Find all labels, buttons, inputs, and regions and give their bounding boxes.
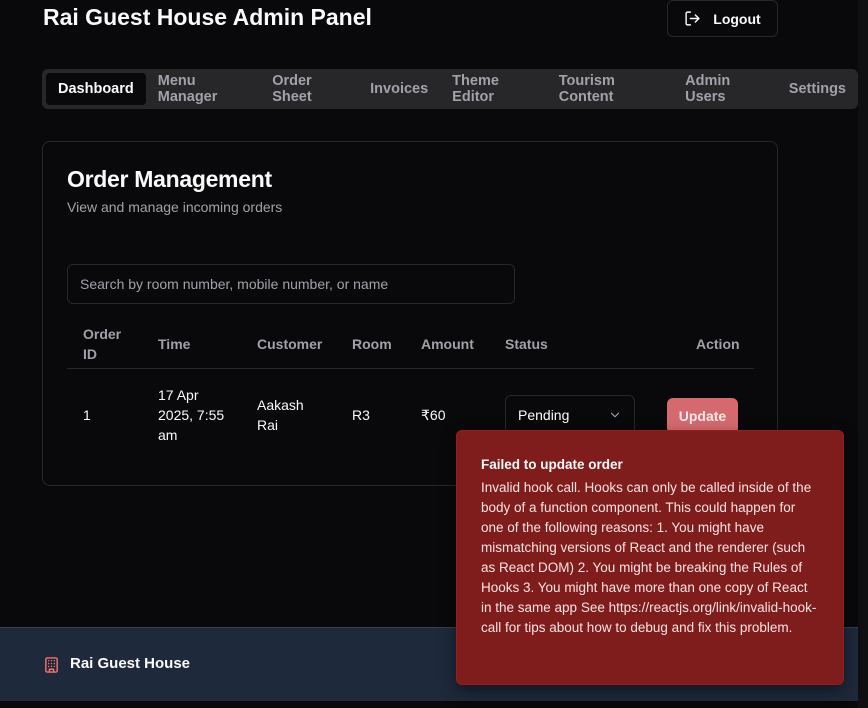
header-room: Room <box>352 336 392 352</box>
error-toast[interactable]: Failed to update order Invalid hook call… <box>456 430 844 685</box>
toast-title: Failed to update order <box>481 457 623 472</box>
cell-amount: ₹60 <box>421 407 446 423</box>
update-button[interactable]: Update <box>667 398 738 434</box>
tab-menu-manager[interactable]: Menu Manager <box>146 73 260 105</box>
logout-button[interactable]: Logout <box>667 0 778 37</box>
cell-time: 17 Apr 2025, 7:55 am <box>158 387 225 443</box>
search-input[interactable] <box>67 264 515 304</box>
cell-order-id: 1 <box>83 407 91 423</box>
toast-message: Invalid hook call. Hooks can only be cal… <box>481 480 817 635</box>
table-divider <box>67 368 754 369</box>
tab-tourism-content[interactable]: Tourism Content <box>547 73 673 105</box>
cell-customer: Aakash Rai <box>257 397 304 433</box>
tab-theme-editor[interactable]: Theme Editor <box>440 73 547 105</box>
logout-icon <box>685 11 700 26</box>
header-amount: Amount <box>421 336 474 352</box>
tab-dashboard[interactable]: Dashboard <box>46 73 146 105</box>
header-order-id: Order ID <box>83 326 122 362</box>
page-title: Rai Guest House Admin Panel <box>43 4 372 30</box>
nav-tabs: Dashboard Menu Manager Order Sheet Invoi… <box>42 69 858 109</box>
card-title: Order Management <box>67 166 272 192</box>
status-select[interactable]: Pending <box>505 395 635 435</box>
footer-brand-name: Rai Guest House <box>70 655 191 672</box>
tab-order-sheet[interactable]: Order Sheet <box>260 73 358 105</box>
building-icon <box>45 657 58 673</box>
status-value: Pending <box>518 407 570 423</box>
header-customer: Customer <box>257 336 323 352</box>
cell-room: R3 <box>352 407 370 423</box>
header-time: Time <box>158 336 191 352</box>
chevron-down-icon <box>610 412 620 418</box>
tab-settings[interactable]: Settings <box>777 73 858 105</box>
card-subtitle: View and manage incoming orders <box>67 199 283 215</box>
tab-invoices[interactable]: Invoices <box>358 73 440 105</box>
header-status: Status <box>505 336 548 352</box>
scrollbar[interactable] <box>858 0 868 708</box>
header-action: Action <box>696 336 740 352</box>
tab-admin-users[interactable]: Admin Users <box>673 73 777 105</box>
logout-label: Logout <box>713 10 761 27</box>
